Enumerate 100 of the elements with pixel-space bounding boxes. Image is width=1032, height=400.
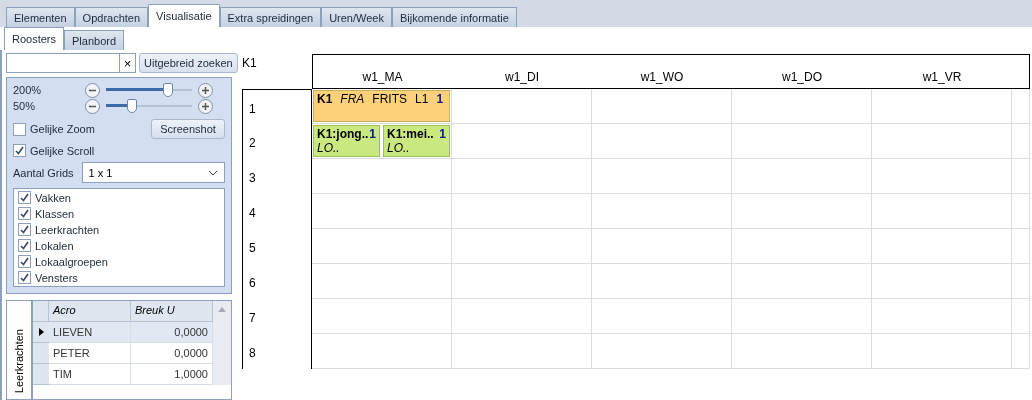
option-label: Gelijke Scroll — [30, 144, 95, 157]
schedule-cell[interactable] — [732, 229, 872, 264]
zoom-slider[interactable] — [106, 82, 192, 98]
schedule-cell[interactable] — [1012, 264, 1030, 299]
table-cell: PETER — [49, 343, 131, 364]
lesson-card[interactable]: K1 FRA FRITS L1 1 — [313, 90, 450, 122]
schedule-cell[interactable] — [452, 229, 592, 264]
schedule-cell[interactable] — [872, 299, 1012, 334]
schedule-cell[interactable] — [452, 89, 592, 124]
schedule-cell[interactable] — [312, 194, 452, 229]
checkbox[interactable] — [18, 271, 31, 284]
schedule-cell[interactable]: K1:jong..1 LO.. K1:mei.. 1 LO.. — [312, 124, 452, 159]
schedule-cell[interactable] — [592, 194, 732, 229]
schedule-cell[interactable] — [1012, 334, 1030, 369]
tab[interactable]: Elementen — [6, 7, 75, 27]
row-pointer-icon — [38, 328, 44, 336]
schedule-cell[interactable] — [1012, 124, 1030, 159]
layer-label: Lokalen — [35, 239, 74, 252]
plus-icon[interactable] — [198, 82, 213, 98]
table-cell: 0,0000 — [131, 343, 213, 364]
lesson-count: 1 — [436, 92, 444, 106]
schedule-cell[interactable] — [1012, 229, 1030, 264]
tab[interactable]: Roosters — [4, 27, 65, 50]
schedule-cell[interactable] — [872, 229, 1012, 264]
schedule-cell[interactable] — [872, 124, 1012, 159]
table-cell: 1,0000 — [131, 364, 213, 385]
tab[interactable]: Opdrachten — [74, 7, 149, 27]
period-label: 7 — [242, 299, 312, 334]
schedule-cell[interactable] — [312, 264, 452, 299]
schedule-cell[interactable] — [732, 124, 872, 159]
slider-thumb[interactable] — [162, 83, 173, 97]
period-label: 2 — [242, 124, 312, 159]
minus-icon[interactable] — [85, 98, 100, 114]
schedule-cell[interactable] — [732, 89, 872, 124]
schedule-cell[interactable] — [1012, 89, 1030, 124]
schedule-cell[interactable] — [592, 159, 732, 194]
schedule-cell[interactable] — [592, 264, 732, 299]
tab[interactable]: Extra spreidingen — [219, 7, 322, 27]
checkbox[interactable] — [18, 239, 31, 252]
search-field[interactable]: × — [6, 53, 136, 73]
lesson-room: L1 — [415, 92, 429, 106]
schedule-cell[interactable] — [732, 334, 872, 369]
schedule-cell[interactable] — [452, 334, 592, 369]
checkbox[interactable] — [18, 255, 31, 268]
schedule-cell[interactable] — [312, 159, 452, 194]
schedule-cell[interactable] — [312, 299, 452, 334]
scrollbar[interactable] — [213, 301, 231, 385]
checkbox[interactable] — [18, 223, 31, 236]
schedule-cell[interactable] — [452, 159, 592, 194]
tab[interactable]: Planbord — [64, 30, 125, 50]
side-tab[interactable]: Leerkrachten — [6, 300, 32, 400]
schedule-cell[interactable] — [872, 159, 1012, 194]
schedule-cell[interactable] — [452, 264, 592, 299]
lesson-subject: FRA — [340, 92, 365, 106]
lesson-class: K1 — [317, 92, 333, 106]
schedule-cell[interactable] — [452, 299, 592, 334]
checkbox[interactable] — [18, 191, 31, 204]
slider-thumb[interactable] — [126, 99, 137, 113]
schedule-cell[interactable] — [592, 89, 732, 124]
schedule-cell[interactable] — [732, 194, 872, 229]
period-label: 5 — [242, 229, 312, 264]
schedule-cell[interactable] — [1012, 194, 1030, 229]
schedule-cell[interactable] — [592, 229, 732, 264]
schedule-cell[interactable] — [732, 299, 872, 334]
schedule-cell[interactable] — [872, 89, 1012, 124]
minus-icon[interactable] — [85, 82, 100, 98]
schedule-cell[interactable] — [872, 264, 1012, 299]
checkbox[interactable] — [18, 207, 31, 220]
lesson-card[interactable]: K1:jong..1 LO.. — [313, 125, 380, 157]
checkbox[interactable] — [13, 144, 26, 157]
schedule-cell[interactable] — [872, 194, 1012, 229]
schedule-cell[interactable] — [592, 124, 732, 159]
plus-icon[interactable] — [198, 98, 213, 114]
schedule-cell[interactable] — [312, 334, 452, 369]
checkbox[interactable] — [13, 122, 26, 136]
schedule-cell[interactable] — [1012, 299, 1030, 334]
column-header[interactable]: Breuk U — [131, 301, 213, 322]
schedule-cell[interactable] — [732, 159, 872, 194]
schedule-cell[interactable] — [592, 334, 732, 369]
tab[interactable]: Visualisatie — [148, 4, 220, 27]
schedule-cell[interactable] — [872, 334, 1012, 369]
day-header — [1012, 54, 1030, 89]
row-header[interactable] — [33, 322, 49, 343]
grids-dropdown[interactable]: 1 x 1 — [81, 162, 225, 183]
schedule-cell[interactable] — [1012, 159, 1030, 194]
screenshot-button[interactable]: Screenshot — [151, 119, 225, 139]
lesson-card[interactable]: K1:mei.. 1 LO.. — [383, 125, 450, 157]
column-header[interactable]: Acro — [49, 301, 131, 322]
schedule-cell[interactable] — [452, 194, 592, 229]
schedule-cell[interactable] — [312, 229, 452, 264]
tab[interactable]: Bijkomende informatie — [391, 7, 517, 27]
advanced-search-button[interactable]: Uitgebreid zoeken — [139, 53, 238, 73]
schedule-cell[interactable] — [732, 264, 872, 299]
schedule-cell[interactable] — [592, 299, 732, 334]
tab[interactable]: Uren/Week — [321, 7, 392, 27]
lesson-teacher: FRITS — [372, 92, 407, 106]
zoom-slider[interactable] — [106, 98, 192, 114]
scroll-up-icon[interactable] — [218, 307, 226, 312]
schedule-cell[interactable] — [452, 124, 592, 159]
zoom-label: 50% — [13, 100, 37, 112]
